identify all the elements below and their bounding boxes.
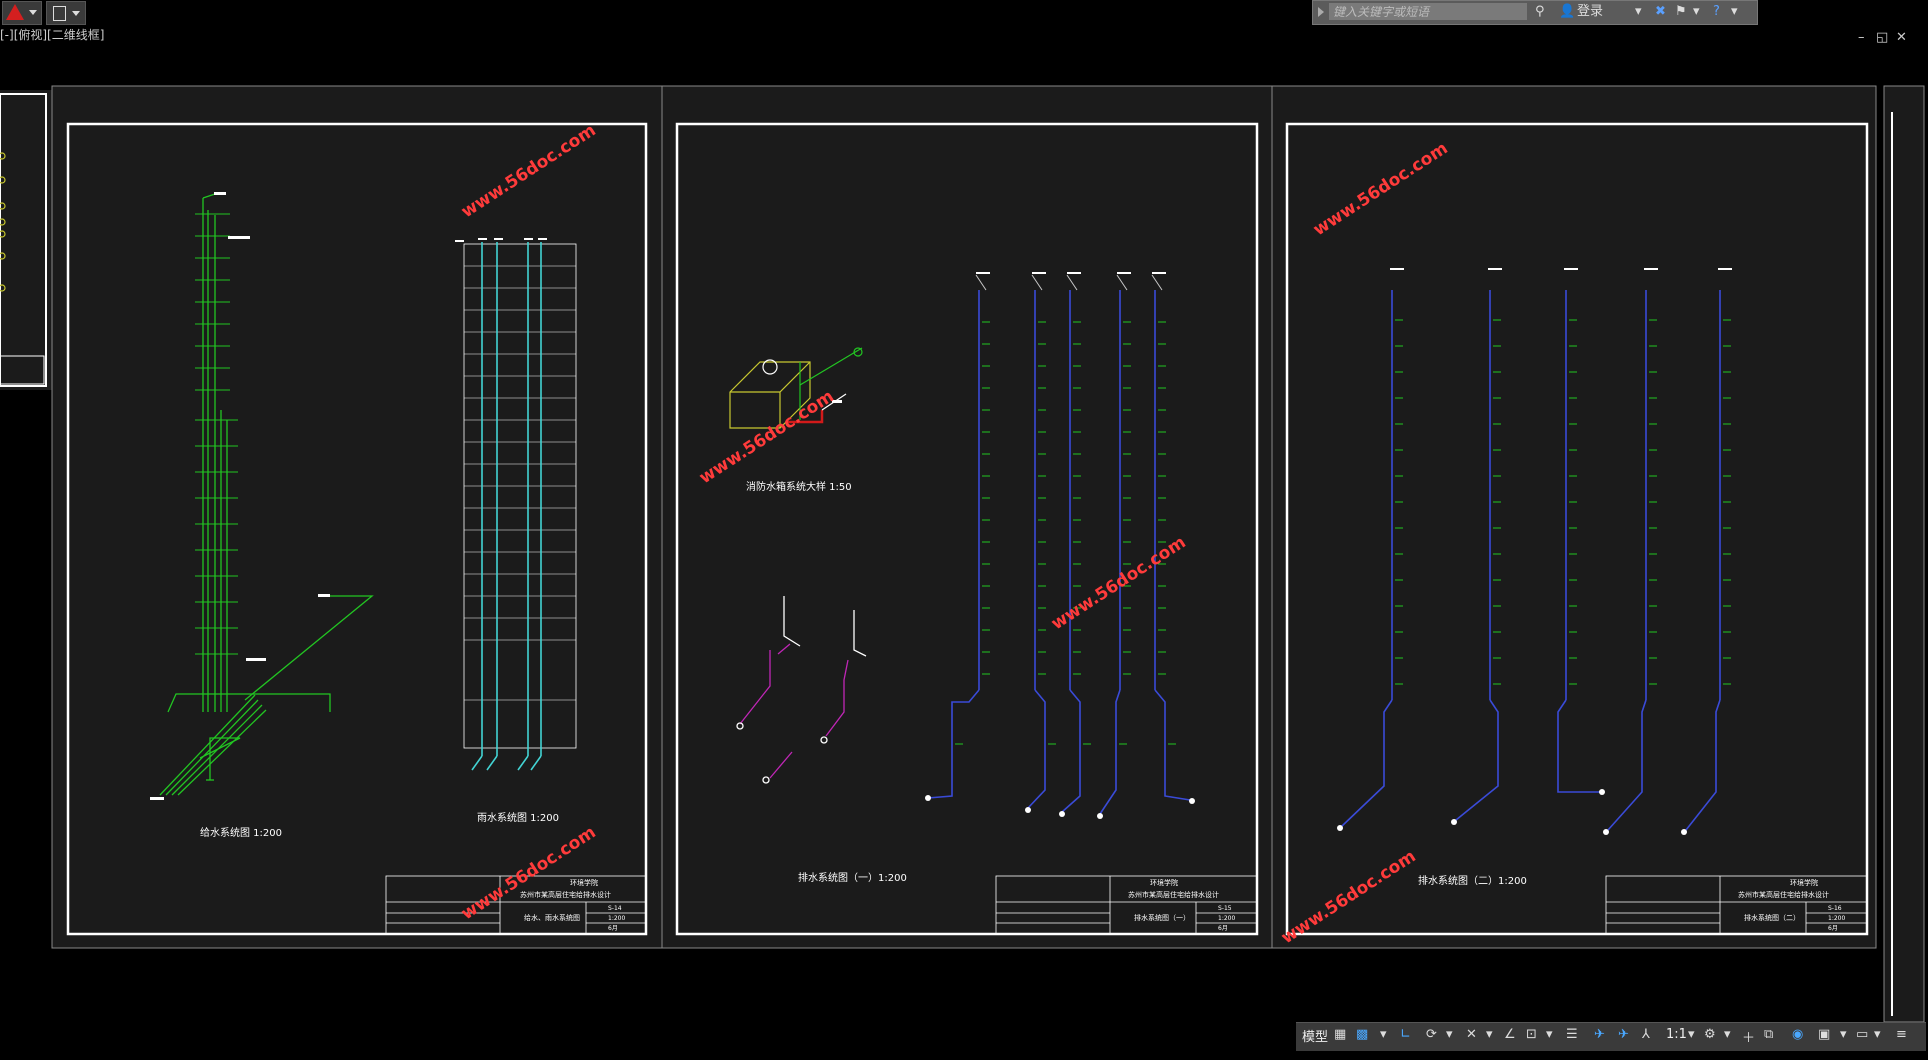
binoculars-icon[interactable]: ⚲	[1535, 4, 1545, 20]
caption-fire-tank: 消防水箱系统大样 1:50	[746, 480, 852, 493]
caption-water-supply: 给水系统图 1:200	[200, 826, 282, 839]
user-icon[interactable]: 👤	[1559, 4, 1575, 20]
status-toolbar	[1296, 1022, 1926, 1051]
customize-menu-icon[interactable]: ≡	[1896, 1027, 1907, 1042]
annotation-visibility-icon[interactable]: ✈	[1594, 1027, 1605, 1042]
annotation-scale[interactable]: 1:1	[1666, 1027, 1687, 1042]
chevron-down-icon[interactable]: ▾	[1635, 4, 1642, 20]
polar-icon[interactable]: ⟳	[1426, 1027, 1437, 1042]
chevron-down-icon[interactable]: ▾	[1380, 1027, 1387, 1042]
chevron-down-icon[interactable]: ▾	[1840, 1027, 1847, 1042]
drawing-canvas[interactable]: 给水系统图 1:200 雨水系统图 1:200 环境学院 苏州市某高层住宅给排水…	[0, 48, 1928, 1022]
application-menu-button[interactable]	[2, 1, 42, 25]
chevron-down-icon[interactable]: ▾	[1688, 1027, 1695, 1042]
tb1-school: 环境学院	[570, 878, 598, 887]
caption-drainage-two: 排水系统图（二）1:200	[1418, 874, 1527, 887]
login-label[interactable]: 登录	[1577, 4, 1603, 20]
help-icon[interactable]: ?	[1713, 4, 1720, 20]
grid-icon[interactable]: ▦	[1334, 1027, 1346, 1042]
angle-icon[interactable]: ∠	[1504, 1027, 1516, 1042]
exchange-icon[interactable]: ✖	[1655, 4, 1666, 20]
a360-icon[interactable]: ⚑	[1675, 4, 1687, 20]
restore-button[interactable]: ◱	[1876, 30, 1888, 45]
ortho-icon[interactable]: ∟	[1400, 1027, 1411, 1042]
clean-screen-icon[interactable]: ▭	[1856, 1027, 1868, 1042]
chevron-down-icon[interactable]: ▾	[1874, 1027, 1881, 1042]
chevron-down-icon	[72, 11, 80, 16]
caption-rainwater: 雨水系统图 1:200	[477, 811, 559, 824]
units-icon[interactable]: ⧉	[1764, 1027, 1773, 1042]
partial-sheet-left	[0, 90, 52, 390]
plus-icon[interactable]: ＋	[1742, 1027, 1755, 1046]
tb2-scale: 1:200	[1218, 915, 1235, 922]
close-button[interactable]: ✕	[1896, 30, 1907, 45]
quick-access-button[interactable]	[46, 1, 86, 25]
model-tab[interactable]: 模型	[1302, 1026, 1328, 1045]
viewport-label[interactable]: [-][俯视][二维线框]	[0, 26, 104, 43]
chevron-down-icon	[29, 10, 37, 15]
minimize-button[interactable]: –	[1858, 30, 1865, 45]
chevron-down-icon[interactable]: ▾	[1446, 1027, 1453, 1042]
document-icon	[53, 6, 66, 21]
chevron-down-icon[interactable]: ▾	[1546, 1027, 1553, 1042]
chevron-down-icon[interactable]: ▾	[1486, 1027, 1493, 1042]
chevron-down-icon[interactable]: ▾	[1693, 4, 1700, 20]
tb2-number: S-15	[1218, 905, 1232, 912]
tb1-scale: 1:200	[608, 915, 625, 922]
tb2-drawing: 排水系统图（一）	[1134, 913, 1190, 922]
gear-icon[interactable]: ⚙	[1704, 1027, 1716, 1042]
autocad-logo-icon	[6, 4, 24, 20]
chevron-down-icon[interactable]: ▾	[1731, 4, 1738, 20]
hardware-acceleration-icon[interactable]: ▣	[1818, 1027, 1830, 1042]
osnap-icon[interactable]: ✕	[1466, 1027, 1477, 1042]
tb2-project: 苏州市某高层住宅给排水设计	[1128, 890, 1219, 899]
tb3-date: 6月	[1828, 925, 1838, 932]
snap-icon[interactable]: ▩	[1356, 1027, 1368, 1042]
tb1-date: 6月	[608, 925, 618, 932]
auto-scale-icon[interactable]: ✈	[1618, 1027, 1629, 1042]
isolate-icon[interactable]: ◉	[1792, 1027, 1803, 1042]
tb3-number: S-16	[1828, 905, 1842, 912]
tb1-number: S-14	[608, 905, 622, 912]
chevron-down-icon[interactable]: ▾	[1724, 1027, 1731, 1042]
expand-arrow-icon[interactable]	[1318, 7, 1324, 17]
tb3-project: 苏州市某高层住宅给排水设计	[1738, 890, 1829, 899]
tb1-project: 苏州市某高层住宅给排水设计	[520, 890, 611, 899]
lineweight-icon[interactable]: ☰	[1566, 1027, 1578, 1042]
tb3-school: 环境学院	[1790, 878, 1818, 887]
search-bar: ⚲ 👤 登录 ▾ ✖ ⚑ ▾ ? ▾	[1312, 0, 1758, 25]
tb3-drawing: 排水系统图（二）	[1744, 913, 1800, 922]
top-toolbar: ⚲ 👤 登录 ▾ ✖ ⚑ ▾ ? ▾	[0, 0, 1928, 25]
caption-drainage-one: 排水系统图（一）1:200	[798, 871, 907, 884]
ucs-icon[interactable]: ⊡	[1526, 1027, 1537, 1042]
tb3-scale: 1:200	[1828, 915, 1845, 922]
annotation-scale-icon[interactable]: ⅄	[1642, 1027, 1650, 1042]
tb2-date: 6月	[1218, 925, 1228, 932]
search-input[interactable]	[1329, 3, 1527, 20]
tb1-drawing: 给水、雨水系统图	[524, 913, 580, 922]
tb2-school: 环境学院	[1150, 878, 1178, 887]
